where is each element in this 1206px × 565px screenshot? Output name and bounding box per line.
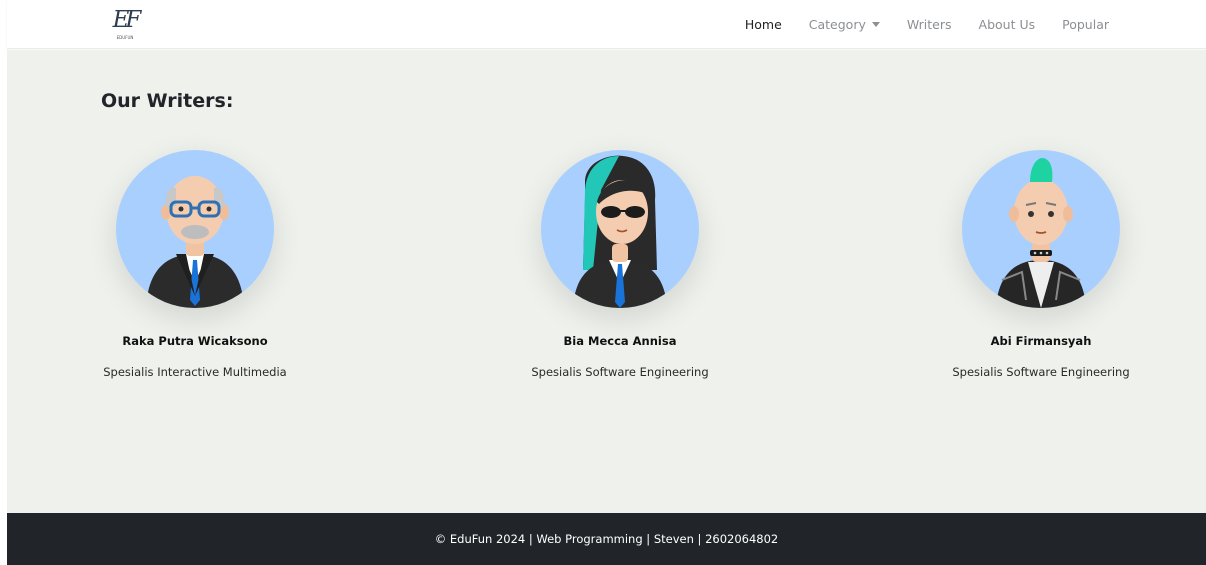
- navbar: EF EDUFUN Home Category Writers About Us…: [7, 0, 1206, 49]
- writer-card[interactable]: Abi Firmansyah Spesialis Software Engine…: [911, 150, 1171, 379]
- nav-popular[interactable]: Popular: [1062, 17, 1109, 32]
- writer-role: Spesialis Software Engineering: [531, 365, 709, 379]
- writer-role: Spesialis Interactive Multimedia: [103, 365, 287, 379]
- nav-menu: Home Category Writers About Us Popular: [718, 0, 1109, 49]
- brand-logo[interactable]: EF EDUFUN: [105, 5, 145, 45]
- avatar-old-man-glasses-icon: [146, 176, 244, 308]
- writer-name: Abi Firmansyah: [990, 334, 1092, 348]
- writer-role: Spesialis Software Engineering: [952, 365, 1130, 379]
- avatar-punk-mohawk-icon: [996, 158, 1086, 308]
- nav-home[interactable]: Home: [745, 17, 782, 32]
- brand-mark: EF: [112, 7, 142, 33]
- writer-avatar[interactable]: [541, 150, 699, 308]
- nav-popular-label: Popular: [1062, 17, 1109, 32]
- nav-category-dropdown[interactable]: Category: [809, 17, 880, 32]
- writer-name: Bia Mecca Annisa: [563, 334, 677, 348]
- nav-writers-label: Writers: [906, 17, 952, 32]
- brand-subtitle: EDUFUN: [116, 35, 134, 40]
- avatar-woman-sunglasses-icon: [573, 155, 667, 308]
- nav-writers[interactable]: Writers: [907, 17, 952, 32]
- main-content: Our Writers: Raka Putra Wicaksono Spesia…: [7, 50, 1206, 513]
- page-title: Our Writers:: [101, 90, 234, 112]
- footer-text: © EduFun 2024 | Web Programming | Steven…: [434, 532, 779, 546]
- footer: © EduFun 2024 | Web Programming | Steven…: [7, 513, 1206, 565]
- nav-about-us-label: About Us: [978, 17, 1036, 32]
- caret-down-icon: [871, 22, 880, 27]
- nav-home-label: Home: [744, 17, 782, 32]
- writer-card[interactable]: Bia Mecca Annisa Spesialis Software Engi…: [490, 150, 750, 379]
- writer-avatar[interactable]: [962, 150, 1120, 308]
- writer-card[interactable]: Raka Putra Wicaksono Spesialis Interacti…: [65, 150, 325, 379]
- writer-avatar[interactable]: [116, 150, 274, 308]
- page: EF EDUFUN Home Category Writers About Us…: [7, 0, 1206, 565]
- writer-name: Raka Putra Wicaksono: [122, 334, 268, 348]
- nav-category-label: Category: [808, 17, 866, 32]
- nav-about-us[interactable]: About Us: [979, 17, 1036, 32]
